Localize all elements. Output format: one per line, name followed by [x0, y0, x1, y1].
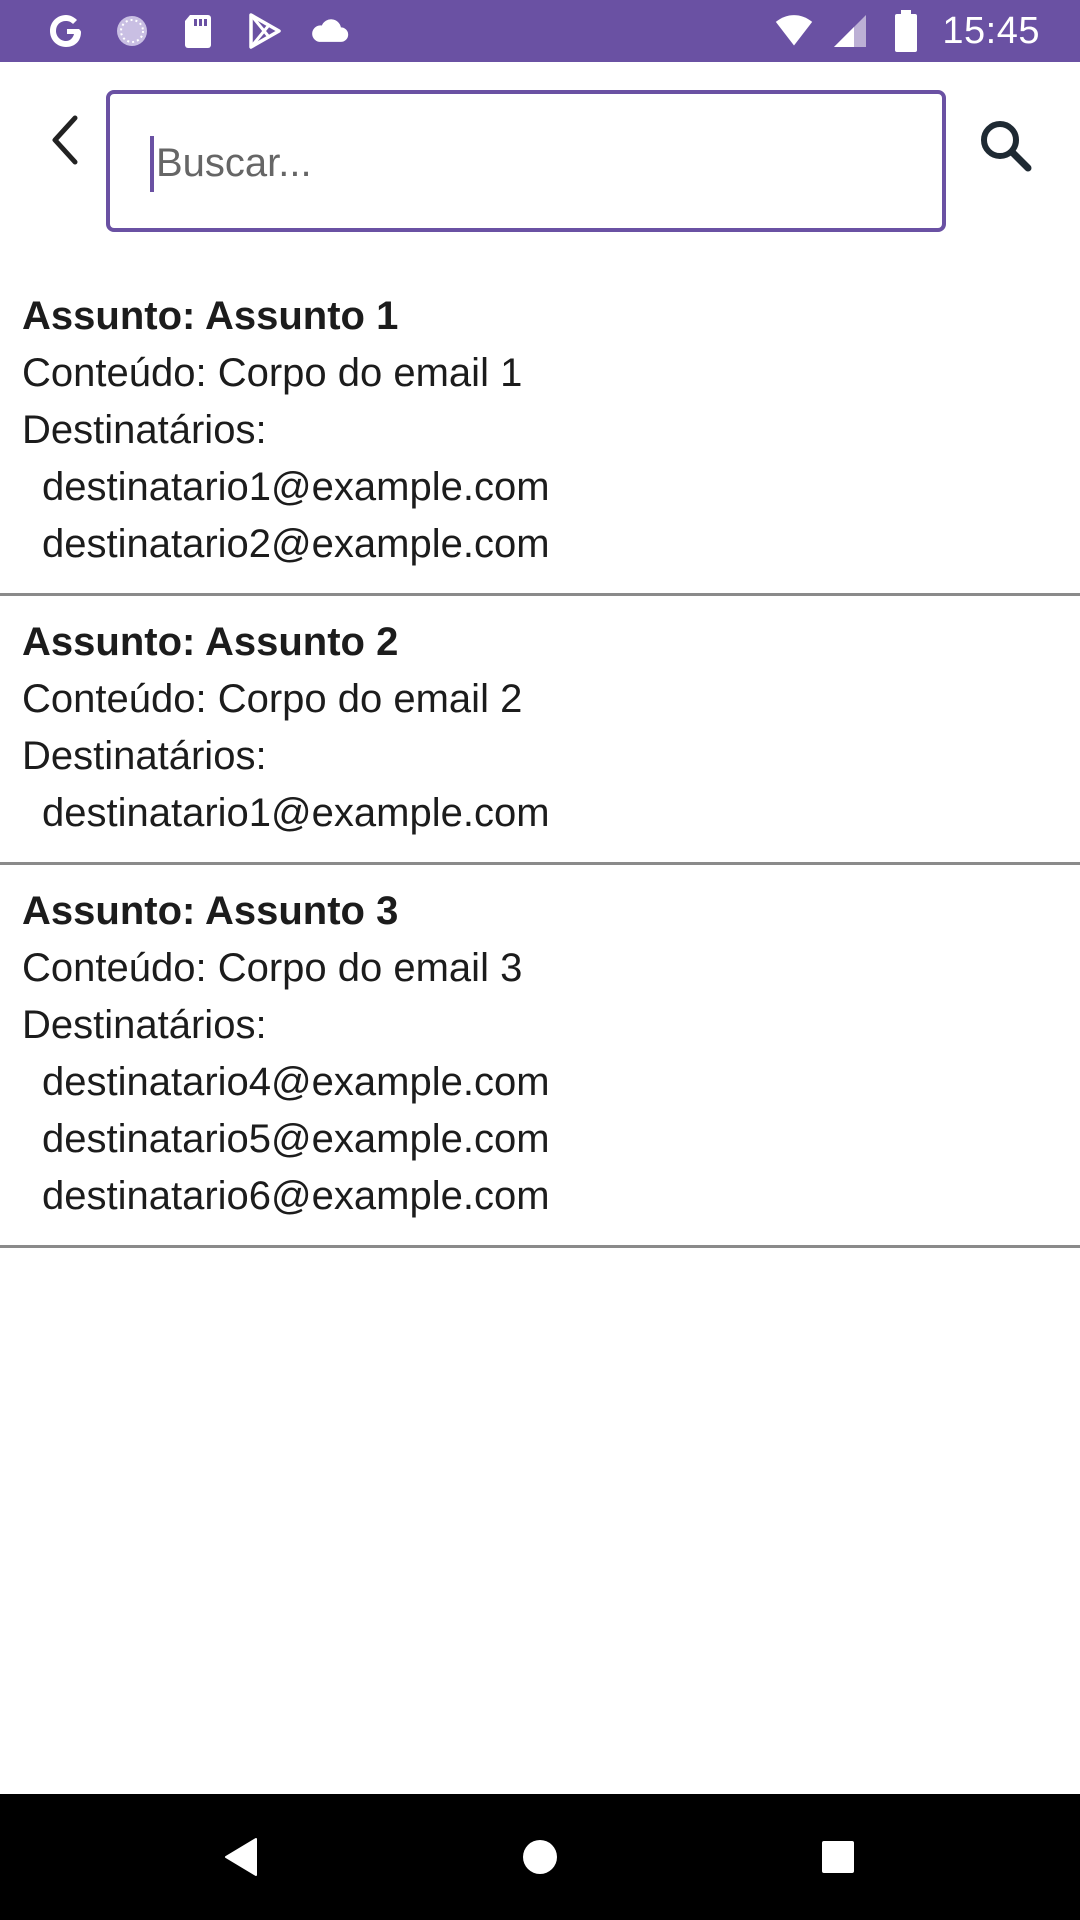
email-subject: Assunto: Assunto 1 — [22, 294, 399, 338]
email-list: Assunto: Assunto 1 Conteúdo: Corpo do em… — [0, 270, 1080, 1248]
email-recipient: destinatario1@example.com — [42, 791, 550, 835]
chevron-left-icon — [52, 115, 78, 165]
back-button[interactable] — [30, 100, 100, 180]
email-content: Conteúdo: Corpo do email 2 — [22, 677, 523, 721]
email-recipients-label: Destinatários: — [22, 1003, 267, 1047]
nav-back-button[interactable] — [202, 1817, 282, 1897]
signal-icon — [830, 11, 870, 51]
email-recipient: destinatario2@example.com — [42, 522, 550, 566]
email-content: Conteúdo: Corpo do email 1 — [22, 351, 523, 395]
cloud-icon — [310, 11, 350, 51]
status-bar-right-icons: 15:45 — [774, 0, 1040, 62]
status-bar-left-icons — [46, 0, 350, 62]
email-recipient: destinatario6@example.com — [42, 1174, 550, 1218]
search-input[interactable] — [148, 128, 936, 198]
email-content: Conteúdo: Corpo do email 3 — [22, 946, 523, 990]
home-circle-icon — [523, 1840, 557, 1874]
search-icon — [981, 121, 1032, 172]
play-store-icon — [244, 11, 284, 51]
back-triangle-icon — [225, 1838, 257, 1876]
wifi-icon — [774, 11, 814, 51]
status-bar: 15:45 — [0, 0, 1080, 62]
email-recipient: destinatario1@example.com — [42, 465, 550, 509]
sd-card-icon — [178, 11, 218, 51]
nav-recents-button[interactable] — [798, 1817, 878, 1897]
email-list-item[interactable]: Assunto: Assunto 2 Conteúdo: Corpo do em… — [0, 596, 1080, 865]
email-list-item[interactable]: Assunto: Assunto 1 Conteúdo: Corpo do em… — [0, 270, 1080, 596]
search-button[interactable] — [966, 106, 1046, 186]
recents-square-icon — [822, 1841, 854, 1873]
nav-home-button[interactable] — [500, 1817, 580, 1897]
status-time: 15:45 — [942, 9, 1040, 52]
email-subject: Assunto: Assunto 3 — [22, 889, 399, 933]
email-recipient: destinatario4@example.com — [42, 1060, 550, 1104]
battery-icon — [886, 10, 926, 52]
email-list-item[interactable]: Assunto: Assunto 3 Conteúdo: Corpo do em… — [0, 865, 1080, 1248]
email-subject: Assunto: Assunto 2 — [22, 620, 399, 664]
email-recipients-label: Destinatários: — [22, 408, 267, 452]
search-field-container[interactable] — [106, 90, 946, 232]
text-cursor — [150, 136, 154, 192]
email-recipient: destinatario5@example.com — [42, 1117, 550, 1161]
loading-circle-icon — [112, 11, 152, 51]
navigation-bar — [0, 1794, 1080, 1920]
google-icon — [46, 11, 86, 51]
email-recipients-label: Destinatários: — [22, 734, 267, 778]
